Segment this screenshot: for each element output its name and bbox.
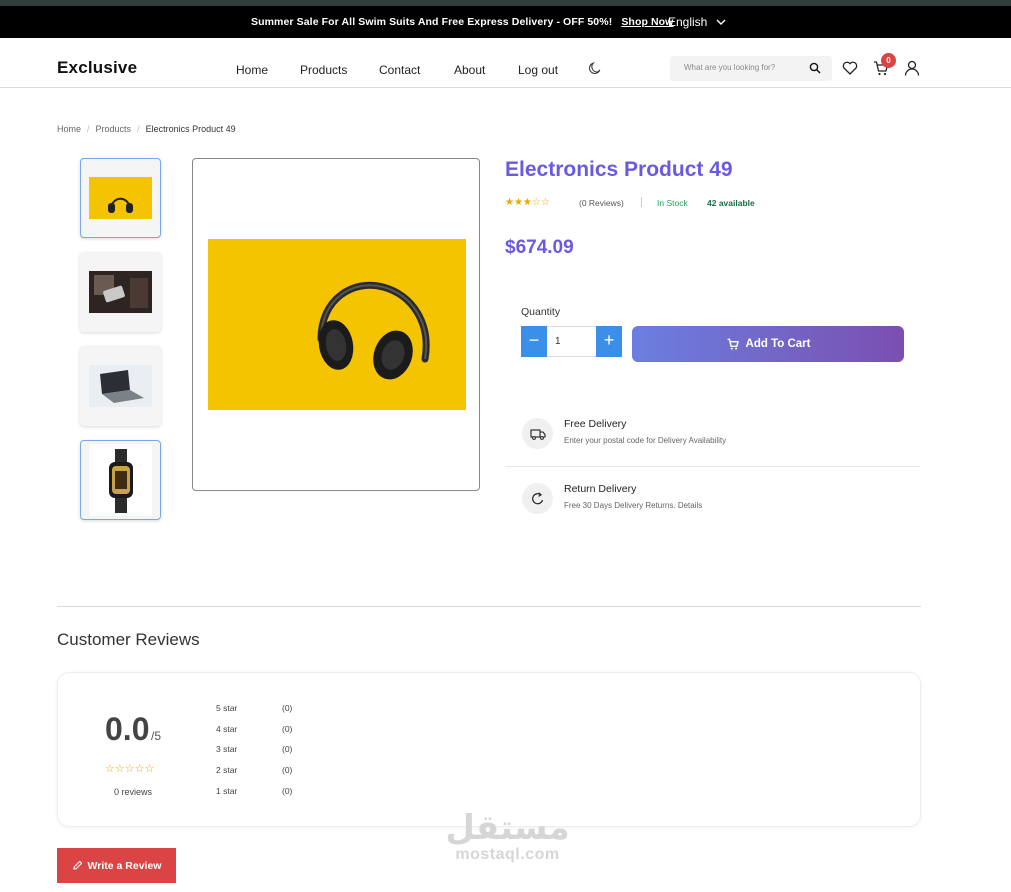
rating-stars: ★★★☆☆ [505,197,550,208]
product-title: Electronics Product 49 [505,158,733,181]
heart-icon[interactable] [841,59,859,77]
quantity-decrease-button[interactable]: − [521,326,547,357]
thumbnail-phone[interactable] [80,252,161,332]
nav-about[interactable]: About [454,63,485,77]
reviews-count[interactable]: (0 Reviews) [579,198,624,208]
cart-icon [727,338,739,350]
language-selector[interactable]: English [668,15,727,29]
moon-icon[interactable] [588,61,602,75]
feature-return-icon-wrap [522,483,553,514]
quantity-increase-button[interactable]: + [596,326,622,357]
phone-thumb-image [89,271,152,313]
average-stars: ☆☆☆☆☆ [105,763,155,775]
rating-count: (0) [282,765,293,775]
rating-label: 4 star [216,724,238,734]
nav-contact[interactable]: Contact [379,63,420,77]
announcement-message: Summer Sale For All Swim Suits And Free … [251,16,673,28]
search-box [670,56,832,81]
headphones-thumb-image [89,177,152,219]
feature-return-subtitle[interactable]: Free 30 Days Delivery Returns. Details [564,501,702,510]
headphones-image [208,239,466,410]
breadcrumb-home[interactable]: Home [57,124,81,134]
feature-delivery-title: Free Delivery [564,418,627,430]
stock-status: In Stock [657,198,688,208]
thumbnail-laptop[interactable] [80,346,161,426]
rating-count: (0) [282,703,293,713]
search-icon[interactable] [809,62,821,74]
return-icon [531,491,543,504]
main-product-image [192,158,480,491]
user-icon[interactable] [903,59,921,77]
logo[interactable]: Exclusive [57,58,137,78]
thumbnail-headphones[interactable] [80,158,161,238]
shop-now-link[interactable]: Shop Now [621,16,673,28]
feature-divider [505,466,920,467]
rating-label: 3 star [216,744,238,754]
watermark-arabic: مستقل [445,808,570,848]
average-score: 0.0 [105,711,150,747]
rating-label: 2 star [216,765,238,775]
announcement-text: Summer Sale For All Swim Suits And Free … [251,16,613,28]
product-rating: ★★★☆☆ [505,197,550,208]
nav-logout[interactable]: Log out [518,63,558,77]
rating-count: (0) [282,786,293,796]
section-divider [57,606,921,607]
reviews-summary-card [57,672,921,827]
rating-row-1: 1 star (0) [216,786,316,796]
truck-icon [529,428,546,440]
breadcrumb-products[interactable]: Products [96,124,132,134]
rating-row-3: 3 star (0) [216,744,316,754]
watermark-latin: mostaql.com [455,846,560,863]
reviews-heading: Customer Reviews [57,630,200,649]
cart-count-badge: 0 [881,53,896,68]
add-to-cart-button[interactable]: Add To Cart [632,326,904,362]
product-price: $674.09 [505,237,574,258]
reviews-total: 0 reviews [114,787,153,797]
rating-label: 5 star [216,703,238,713]
watermark-logo: مستقل mostaql.com [445,810,570,874]
feature-delivery-icon-wrap [522,418,553,449]
search-input[interactable] [684,63,804,72]
feature-return-title: Return Delivery [564,483,637,495]
score-max: /5 [151,729,162,743]
rating-row-4: 4 star (0) [216,724,316,734]
rating-count: (0) [282,724,293,734]
divider [641,197,642,207]
write-review-button[interactable]: Write a Review [57,848,176,883]
thumbnail-watch[interactable] [80,440,161,520]
laptop-thumb-image [89,365,152,407]
write-review-label: Write a Review [87,859,162,872]
nav-products[interactable]: Products [300,63,347,77]
quantity-input[interactable] [547,326,596,357]
rating-row-5: 5 star (0) [216,703,316,713]
breadcrumb: Home / Products / Electronics Product 49 [57,124,236,134]
quantity-stepper: − + [521,326,622,357]
navbar: Exclusive Home Products Contact About Lo… [0,38,1011,88]
language-label: English [668,15,708,29]
available-count: 42 available [707,198,755,208]
pencil-icon [72,860,82,870]
chevron-down-icon [716,19,726,25]
quantity-label: Quantity [521,306,561,318]
feature-delivery-subtitle[interactable]: Enter your postal code for Delivery Avai… [564,436,726,445]
rating-label: 1 star [216,786,238,796]
announcement-bar: Summer Sale For All Swim Suits And Free … [0,6,1011,38]
rating-count: (0) [282,744,293,754]
breadcrumb-current: Electronics Product 49 [145,124,236,134]
watch-thumb-image [90,444,152,516]
rating-row-2: 2 star (0) [216,765,316,775]
add-to-cart-label: Add To Cart [745,338,811,350]
nav-home[interactable]: Home [236,63,268,77]
